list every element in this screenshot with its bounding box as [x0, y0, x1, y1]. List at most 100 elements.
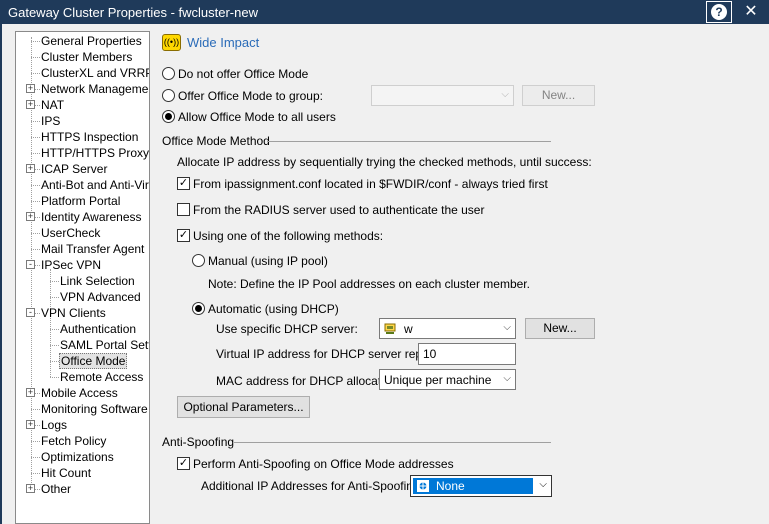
dhcp-server-value: w — [404, 322, 413, 336]
nav-item-network-management[interactable]: Network Management — [40, 81, 150, 97]
new-group-button[interactable]: New... — [522, 85, 595, 106]
nav-item-platform-portal[interactable]: Platform Portal — [40, 193, 121, 209]
nav-item-identity-awareness[interactable]: Identity Awareness — [40, 209, 143, 225]
checkbox-perform-anti-spoofing[interactable]: ✓ — [177, 457, 190, 470]
check-icon: ✓ — [178, 229, 189, 241]
nav-item-general-properties[interactable]: General Properties — [40, 33, 143, 49]
tree-line — [31, 137, 40, 138]
nav-item-label: Anti-Bot and Anti-Virus — [41, 178, 150, 192]
navigation-tree[interactable]: General Properties Cluster Members Cluster… — [15, 31, 150, 524]
radio-do-not-offer[interactable] — [162, 67, 175, 80]
nav-item-cluster-members[interactable]: Cluster Members — [40, 49, 133, 65]
radio-allow-all-users[interactable] — [162, 110, 175, 123]
nav-item-nat[interactable]: NAT — [40, 97, 65, 113]
expand-icon[interactable]: + — [26, 484, 35, 493]
nav-item-http-https-proxy[interactable]: HTTP/HTTPS Proxy — [40, 145, 150, 161]
help-button[interactable]: ? — [706, 1, 732, 23]
nav-item-label: HTTP/HTTPS Proxy — [41, 146, 150, 160]
expand-icon[interactable]: + — [26, 388, 35, 397]
nav-item-vpn-clients[interactable]: VPN Clients — [40, 305, 107, 321]
nav-item-remote-access[interactable]: Remote Access — [59, 369, 144, 385]
nav-item-hit-count[interactable]: Hit Count — [40, 465, 92, 481]
dhcp-new-button[interactable]: New... — [525, 318, 595, 339]
nav-item-optimizations[interactable]: Optimizations — [40, 449, 115, 465]
nav-item-anti-bot-and-anti-virus[interactable]: Anti-Bot and Anti-Virus — [40, 177, 150, 193]
nav-item-other[interactable]: Other — [40, 481, 72, 497]
nav-item-usercheck[interactable]: UserCheck — [40, 225, 101, 241]
nav-item-label: ClusterXL and VRRP — [41, 66, 150, 80]
nav-item-monitoring-software-bla[interactable]: Monitoring Software bla — [40, 401, 149, 417]
nav-item-fetch-policy[interactable]: Fetch Policy — [40, 433, 107, 449]
nav-item-office-mode[interactable]: Office Mode — [59, 353, 128, 369]
expand-icon[interactable]: + — [26, 164, 35, 173]
radio-manual-ip-pool[interactable] — [192, 254, 205, 267]
checkbox-from-radius[interactable] — [177, 203, 190, 216]
nav-item-label: HTTPS Inspection — [41, 130, 139, 144]
nav-item-mail-transfer-agent[interactable]: Mail Transfer Agent — [40, 241, 145, 257]
nav-item-label: General Properties — [41, 34, 142, 48]
nav-item-ipsec-vpn[interactable]: IPSec VPN — [40, 257, 102, 273]
nav-item-label: Identity Awareness — [41, 210, 142, 224]
radio-allow-all-users-label: Allow Office Mode to all users — [178, 110, 336, 124]
nav-item-label: Remote Access — [60, 370, 144, 384]
nav-item-saml-portal-settin[interactable]: SAML Portal Settin — [59, 337, 149, 353]
dhcp-server-select[interactable]: w ⌵ — [379, 318, 516, 339]
radio-offer-to-group[interactable] — [162, 89, 175, 102]
optional-parameters-button[interactable]: Optional Parameters... — [177, 396, 310, 418]
expand-icon[interactable]: + — [26, 420, 35, 429]
tree-line — [31, 409, 40, 410]
nav-item-label: Monitoring Software bla — [41, 402, 149, 416]
nav-item-vpn-advanced[interactable]: VPN Advanced — [59, 289, 142, 305]
nav-item-label: Mail Transfer Agent — [41, 242, 145, 256]
nav-item-label: Fetch Policy — [41, 434, 107, 448]
close-button[interactable]: ✕ — [738, 2, 764, 22]
anti-spoofing-heading: Anti-Spoofing — [162, 435, 235, 449]
window-title: Gateway Cluster Properties - fwcluster-n… — [8, 5, 258, 20]
nav-item-label: Network Management — [41, 82, 150, 96]
method-description: Allocate IP address by sequentially tryi… — [177, 155, 592, 169]
tree-line — [50, 361, 59, 362]
selection-highlight — [413, 478, 533, 494]
checkbox-using-methods[interactable]: ✓ — [177, 229, 190, 242]
mac-address-select[interactable]: Unique per machine ⌵ — [379, 369, 516, 390]
nav-item-authentication[interactable]: Authentication — [59, 321, 137, 337]
nav-item-logs[interactable]: Logs — [40, 417, 68, 433]
nav-item-label: ICAP Server — [41, 162, 108, 176]
collapse-icon[interactable]: - — [26, 260, 35, 269]
additional-ip-select[interactable]: None ⌵ — [410, 475, 552, 497]
nav-item-label: Logs — [41, 418, 68, 432]
nav-item-label: UserCheck — [41, 226, 101, 240]
expand-icon[interactable]: + — [26, 100, 35, 109]
additional-ip-value: None — [436, 479, 465, 493]
nav-item-clusterxl-and-vrrp[interactable]: ClusterXL and VRRP — [40, 65, 150, 81]
nav-item-label: IPS — [41, 114, 61, 128]
nav-item-label: NAT — [41, 98, 65, 112]
nav-item-ips[interactable]: IPS — [40, 113, 61, 129]
group-select[interactable]: ⌵ — [371, 85, 514, 106]
tree-line — [31, 121, 40, 122]
virtual-ip-label: Virtual IP address for DHCP server repli… — [216, 347, 444, 361]
wide-impact-link[interactable]: Wide Impact — [187, 35, 259, 50]
nav-item-link-selection[interactable]: Link Selection — [59, 273, 136, 289]
nav-item-label: IPSec VPN — [41, 258, 102, 272]
tree-line — [50, 281, 59, 282]
virtual-ip-input[interactable]: 10 — [418, 343, 516, 365]
nav-item-label: Optimizations — [41, 450, 114, 464]
mac-address-label: MAC address for DHCP allocation: — [216, 374, 401, 388]
wide-impact-icon: ((•)) — [162, 34, 181, 51]
expand-icon[interactable]: + — [26, 212, 35, 221]
collapse-icon[interactable]: - — [26, 308, 35, 317]
expand-icon[interactable]: + — [26, 84, 35, 93]
tree-line — [50, 297, 59, 298]
nav-item-label: Platform Portal — [41, 194, 121, 208]
radio-automatic-dhcp-label: Automatic (using DHCP) — [208, 302, 339, 316]
tree-line — [31, 473, 40, 474]
nav-item-icap-server[interactable]: ICAP Server — [40, 161, 108, 177]
checkbox-from-ipassignment[interactable]: ✓ — [177, 177, 190, 190]
dhcp-server-label: Use specific DHCP server: — [216, 322, 358, 336]
mac-address-value: Unique per machine — [384, 373, 492, 387]
nav-item-mobile-access[interactable]: Mobile Access — [40, 385, 119, 401]
checkbox-perform-anti-spoofing-label: Perform Anti-Spoofing on Office Mode add… — [193, 457, 454, 471]
radio-automatic-dhcp[interactable] — [192, 302, 205, 315]
nav-item-https-inspection[interactable]: HTTPS Inspection — [40, 129, 139, 145]
